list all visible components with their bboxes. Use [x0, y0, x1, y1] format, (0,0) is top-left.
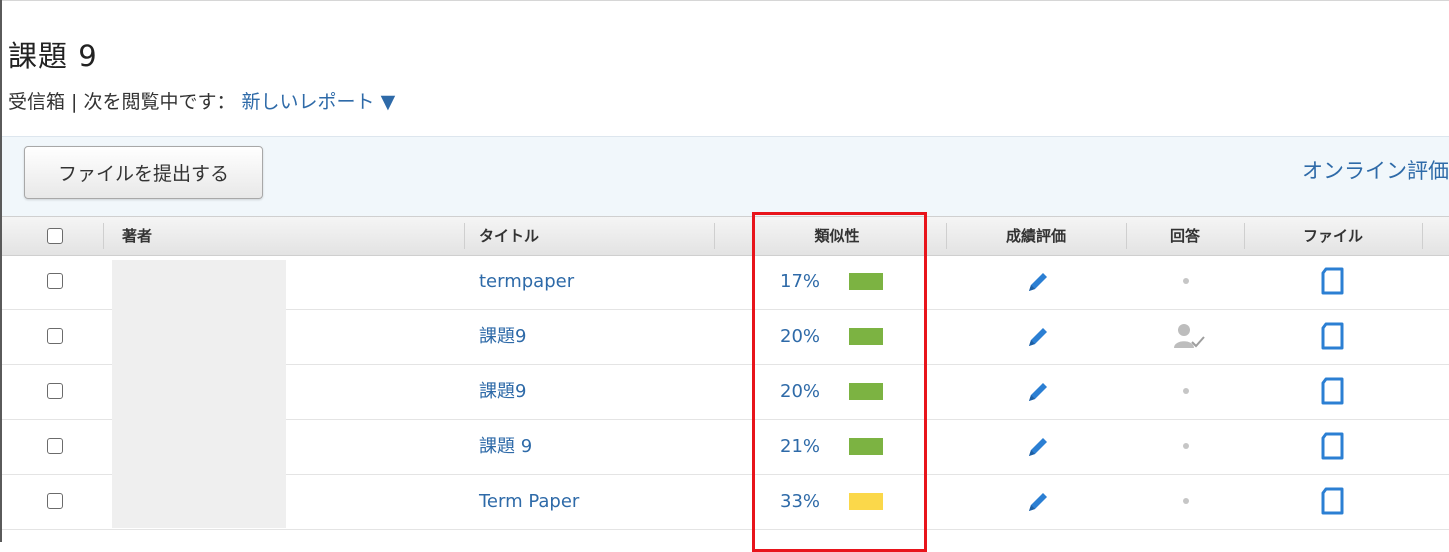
submission-title-link[interactable]: 課題 9 — [479, 419, 532, 474]
row-checkbox[interactable] — [47, 493, 63, 509]
table-header: 著者 タイトル 類似性 成績評価 回答 ファイル — [2, 216, 1449, 256]
column-divider — [103, 223, 104, 249]
row-checkbox[interactable] — [47, 383, 63, 399]
select-all-checkbox[interactable] — [47, 228, 63, 244]
pencil-icon[interactable] — [1021, 487, 1051, 517]
document-icon[interactable] — [1320, 486, 1346, 516]
column-divider — [1422, 223, 1423, 249]
top-border — [0, 0, 1449, 9]
submit-file-button[interactable]: ファイルを提出する — [24, 146, 263, 199]
header-title[interactable]: タイトル — [479, 217, 539, 255]
author-redacted-area — [112, 260, 286, 528]
pencil-icon[interactable] — [1021, 322, 1051, 352]
document-icon[interactable] — [1320, 321, 1346, 351]
view-selector-dropdown[interactable]: 新しいレポート ▼ — [242, 91, 396, 113]
inbox-breadcrumb: 受信箱 | 次を閲覧中です： 新しいレポート ▼ — [8, 88, 395, 116]
document-icon[interactable] — [1320, 431, 1346, 461]
pencil-icon[interactable] — [1021, 377, 1051, 407]
page-title: 課題 9 — [8, 39, 98, 73]
similarity-highlight-box — [752, 212, 927, 552]
dot-icon — [1183, 278, 1189, 284]
toolbar: ファイルを提出する オンライン評価 — [2, 136, 1449, 217]
dot-icon — [1183, 498, 1189, 504]
column-divider — [464, 223, 465, 249]
row-checkbox[interactable] — [47, 438, 63, 454]
online-grading-link[interactable]: オンライン評価 — [1302, 155, 1449, 185]
pencil-icon[interactable] — [1021, 432, 1051, 462]
person-check-icon — [1172, 321, 1206, 351]
header-grade[interactable]: 成績評価 — [946, 217, 1126, 255]
submission-title-link[interactable]: termpaper — [479, 254, 574, 309]
header-author[interactable]: 著者 — [122, 217, 152, 255]
submission-title-link[interactable]: 課題9 — [479, 364, 526, 419]
pencil-icon[interactable] — [1021, 267, 1051, 297]
header-file[interactable]: ファイル — [1244, 217, 1422, 255]
column-divider — [714, 223, 715, 249]
submission-title-link[interactable]: Term Paper — [479, 474, 579, 529]
inbox-prefix: 受信箱 | 次を閲覧中です： — [8, 91, 236, 113]
submission-title-link[interactable]: 課題9 — [479, 309, 526, 364]
row-checkbox[interactable] — [47, 273, 63, 289]
dot-icon — [1183, 443, 1189, 449]
document-icon[interactable] — [1320, 266, 1346, 296]
dot-icon — [1183, 388, 1189, 394]
header-response[interactable]: 回答 — [1126, 217, 1244, 255]
row-checkbox[interactable] — [47, 328, 63, 344]
document-icon[interactable] — [1320, 376, 1346, 406]
